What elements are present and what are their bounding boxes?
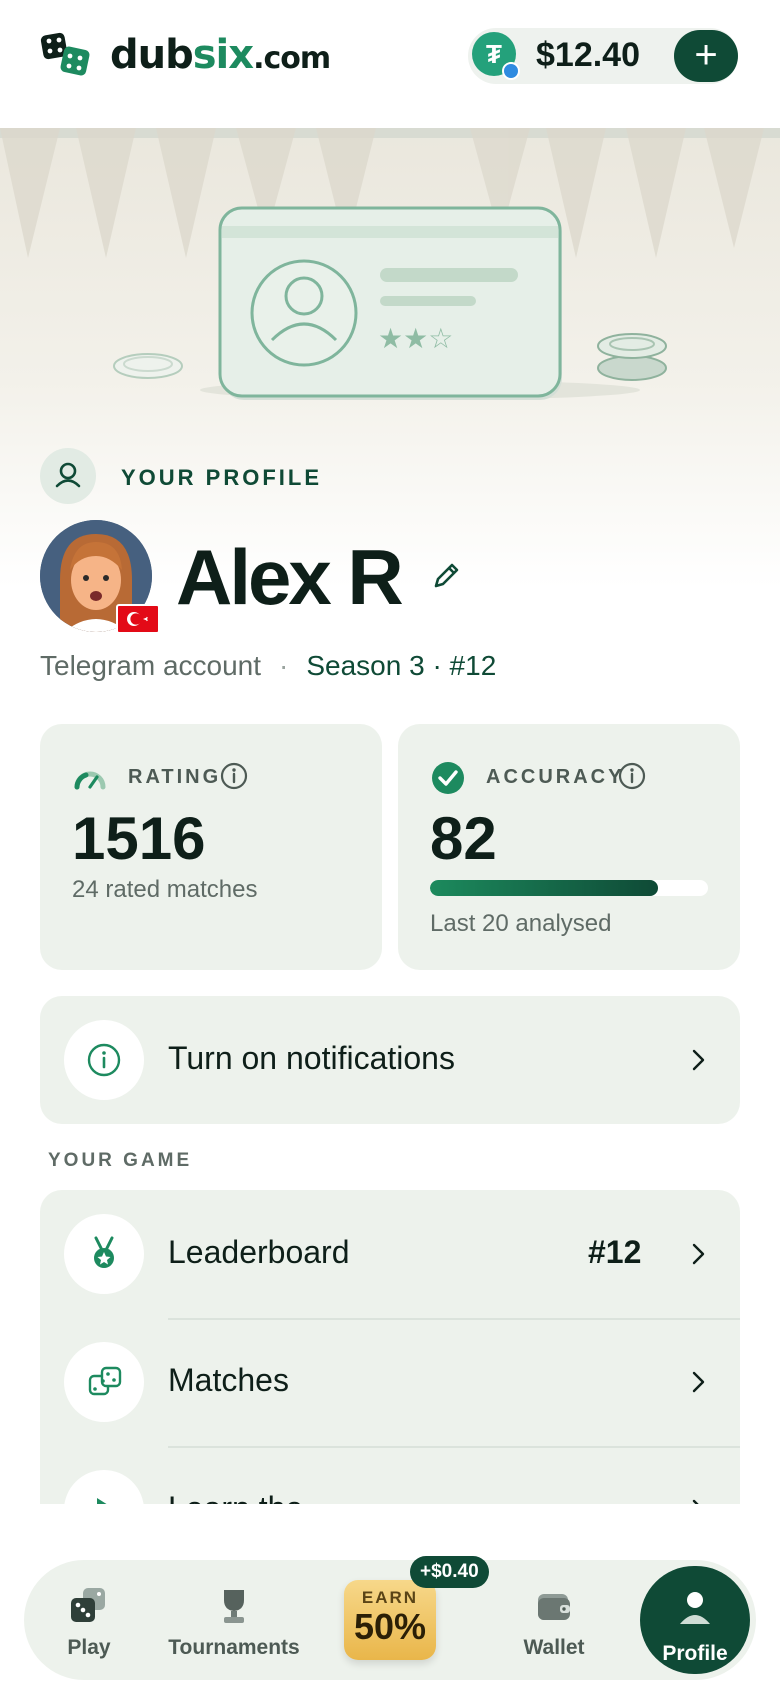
nav-profile-label: Profile <box>662 1642 728 1665</box>
profile-subline: Telegram account · Season 3 · #12 <box>40 650 496 682</box>
hero-illustration: ★★☆ <box>0 128 780 588</box>
chevron-right-icon <box>686 1370 710 1394</box>
accuracy-subtext: Last 20 analysed <box>430 910 612 937</box>
logo[interactable]: dubsix.com <box>40 32 331 78</box>
notifications-label: Turn on notifications <box>168 1040 455 1076</box>
profile-kicker: YOUR PROFILE <box>121 465 323 490</box>
leaderboard-icon-wrap <box>64 1214 144 1294</box>
logo-accent: six <box>192 32 254 78</box>
profile-section-icon <box>40 448 96 504</box>
accuracy-value: 82 <box>430 805 497 872</box>
your-game-list: Leaderboard #12 Matches Learn the… <box>40 1190 740 1504</box>
trophy-icon <box>224 1590 244 1623</box>
nav-wallet[interactable]: Wallet <box>494 1560 614 1680</box>
accuracy-progress-fill <box>430 880 658 896</box>
leaderboard-row[interactable]: Leaderboard #12 <box>40 1190 740 1318</box>
earn-referral-button[interactable]: EARN 50% <box>344 1580 436 1660</box>
rating-card[interactable]: RATING 1516 24 rated matches <box>40 724 382 970</box>
matches-icon-wrap <box>64 1342 144 1422</box>
earn-percentage: 50% <box>353 1606 427 1647</box>
chevron-right-icon <box>686 1048 710 1072</box>
nav-tournaments-label: Tournaments <box>168 1636 300 1659</box>
chevron-right-icon <box>686 1242 710 1266</box>
accuracy-info-icon[interactable] <box>618 762 646 790</box>
user-icon <box>55 462 81 488</box>
matches-row[interactable]: Matches <box>40 1320 740 1448</box>
logo-suffix: .com <box>253 41 331 76</box>
profile-name: Alex R <box>176 533 404 621</box>
earn-amount-badge: +$0.40 <box>410 1556 489 1588</box>
profile-card-illustration: ★★☆ <box>0 128 780 400</box>
rating-value: 1516 <box>72 805 206 872</box>
app-header: dubsix.com ₮ $12.40 + <box>0 0 780 128</box>
edit-pencil-icon[interactable] <box>428 558 464 594</box>
notifications-icon-wrap <box>64 1020 144 1100</box>
matches-label: Matches <box>168 1362 289 1398</box>
nav-tournaments[interactable]: Tournaments <box>154 1560 314 1680</box>
wallet-icon <box>538 1594 570 1620</box>
nav-wallet-label: Wallet <box>523 1636 585 1659</box>
accuracy-card[interactable]: ACCURACY 82 Last 20 analysed <box>398 724 740 970</box>
nav-play[interactable]: Play <box>34 1560 144 1680</box>
learn-icon-wrap <box>64 1470 144 1504</box>
chevron-right-icon <box>686 1498 710 1504</box>
logo-main: dub <box>110 32 194 78</box>
play-icon <box>97 1498 107 1504</box>
balance-pill[interactable]: ₮ $12.40 + <box>468 28 738 84</box>
network-badge-icon <box>502 62 520 80</box>
season-rank-link[interactable]: Season 3 · #12 <box>306 650 496 682</box>
learn-row[interactable]: Learn the… <box>40 1448 740 1504</box>
bottom-navigation: Play Tournaments EARN 50% +$0.40 Wallet … <box>24 1556 756 1680</box>
balance-amount: $12.40 <box>536 36 640 74</box>
account-type: Telegram account <box>40 650 262 681</box>
nav-play-label: Play <box>67 1636 111 1659</box>
turkey-flag-icon <box>116 604 160 634</box>
leaderboard-rank: #12 <box>588 1234 642 1270</box>
logo-wordmark: dubsix.com <box>110 32 331 78</box>
user-icon <box>680 1592 710 1624</box>
medal-icon <box>94 1236 114 1268</box>
learn-label: Learn the… <box>168 1490 335 1504</box>
earn-label: EARN <box>361 1588 419 1607</box>
nav-profile[interactable]: Profile <box>640 1566 750 1674</box>
speedometer-icon <box>72 760 108 796</box>
separator-dot: · <box>279 650 289 681</box>
dice-icon <box>71 1588 105 1622</box>
dice-icon <box>88 1366 122 1396</box>
accuracy-progress-bar <box>430 880 708 896</box>
rating-info-icon[interactable] <box>220 762 248 790</box>
svg-text:★★☆: ★★☆ <box>378 322 453 355</box>
notifications-row[interactable]: Turn on notifications <box>40 996 740 1124</box>
rating-label: RATING <box>128 766 222 788</box>
rating-subtext: 24 rated matches <box>72 876 258 903</box>
info-icon <box>87 1043 121 1077</box>
check-circle-icon <box>430 760 466 796</box>
dice-logo-icon <box>40 32 96 78</box>
add-funds-button[interactable]: + <box>674 30 738 82</box>
leaderboard-label: Leaderboard <box>168 1234 350 1270</box>
your-game-title: YOUR GAME <box>48 1150 193 1171</box>
accuracy-label: ACCURACY <box>486 766 625 788</box>
